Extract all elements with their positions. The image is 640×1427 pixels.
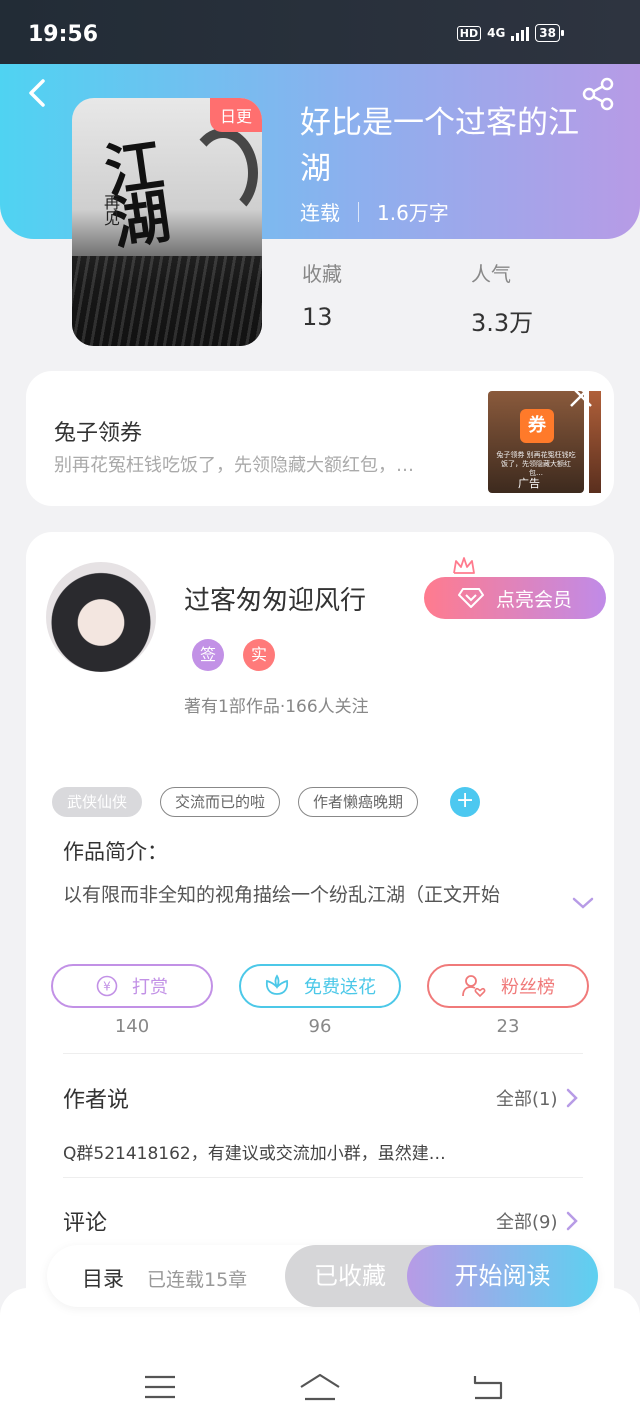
battery-icon: 38 bbox=[535, 24, 564, 42]
ad-description: 别再花冤枉钱吃饭了，先领隐藏大额红包，… bbox=[54, 455, 414, 476]
system-nav-bar bbox=[0, 1288, 640, 1427]
status-icons: HD 4G 38 bbox=[456, 24, 564, 42]
fan-ranking-button[interactable]: 粉丝榜 bbox=[427, 964, 589, 1008]
comments-title: 评论 bbox=[63, 1211, 108, 1236]
back-icon[interactable] bbox=[471, 1372, 505, 1402]
cover-author: 再见 bbox=[101, 194, 120, 226]
book-meta: 连载 1.6万字 bbox=[300, 197, 449, 226]
add-tag-button[interactable]: + bbox=[450, 787, 481, 817]
close-icon[interactable] bbox=[568, 383, 594, 409]
tip-button-label: 打赏 bbox=[132, 977, 168, 998]
book-word-count: 1.6万字 bbox=[377, 201, 449, 225]
hd-icon: HD bbox=[456, 25, 482, 41]
author-stats: 著有1部作品·166人关注 bbox=[184, 697, 369, 717]
tag-list: 武侠仙侠 交流而已的啦 作者懒癌晚期 + bbox=[52, 787, 481, 817]
stat-popularity: 人气 3.3万 bbox=[471, 258, 533, 338]
chapter-progress: 已连载15章 bbox=[147, 1269, 248, 1291]
comments-more-button[interactable]: 全部(9) bbox=[496, 1208, 578, 1234]
chevron-right-icon bbox=[566, 1211, 578, 1231]
intro-label: 作品简介： bbox=[63, 840, 168, 864]
author-name[interactable]: 过客匆匆迎风行 bbox=[184, 580, 366, 617]
stat-value: 13 bbox=[302, 303, 333, 331]
fan-ranking-label: 粉丝榜 bbox=[501, 977, 555, 998]
book-detail-card: 过客匆匆迎风行 点亮会员 签 实 著有1部作品·166人关注 武侠仙侠 交流而已… bbox=[26, 532, 614, 1332]
ad-label: 广告 bbox=[518, 477, 540, 490]
status-time: 19:56 bbox=[28, 22, 99, 47]
vip-button[interactable]: 点亮会员 bbox=[424, 577, 606, 619]
send-flower-label: 免费送花 bbox=[304, 977, 376, 998]
home-icon[interactable] bbox=[299, 1372, 341, 1402]
ad-card[interactable]: 兔子领券 别再花冤枉钱吃饭了，先领隐藏大额红包，… 券 兔子领券 别再花冤枉钱吃… bbox=[26, 371, 614, 506]
send-flower-button[interactable]: 免费送花 bbox=[239, 964, 401, 1008]
network-type: 4G bbox=[487, 26, 506, 40]
flower-icon bbox=[265, 974, 289, 995]
vip-button-label: 点亮会员 bbox=[495, 588, 572, 611]
back-arrow-icon[interactable] bbox=[22, 76, 56, 110]
stat-label: 收藏 bbox=[302, 262, 342, 286]
start-reading-button[interactable]: 开始阅读 bbox=[407, 1245, 598, 1307]
tag-item[interactable]: 作者懒癌晚期 bbox=[298, 787, 419, 817]
comments-more-label: 全部(9) bbox=[496, 1212, 558, 1233]
author-says-title: 作者说 bbox=[63, 1088, 130, 1113]
ad-thumb-text: 兔子领券 别再花冤枉钱吃饭了，先领隐藏大额红包… bbox=[496, 451, 576, 477]
cover-ink-stroke bbox=[188, 128, 258, 218]
ad-app-logo: 券 bbox=[520, 409, 554, 443]
signal-icon bbox=[511, 25, 530, 41]
meta-divider bbox=[358, 201, 359, 222]
chevron-down-icon[interactable] bbox=[572, 896, 594, 910]
book-title: 好比是一个过客的江湖 bbox=[300, 105, 579, 187]
battery-level: 38 bbox=[539, 26, 556, 40]
yen-coin-icon: ¥ bbox=[96, 975, 118, 997]
stat-value: 3.3万 bbox=[471, 309, 534, 337]
cover-title: 江湖 bbox=[91, 133, 173, 247]
collected-label: 已收藏 bbox=[314, 1262, 386, 1290]
tag-genre[interactable]: 武侠仙侠 bbox=[52, 787, 143, 817]
author-avatar[interactable] bbox=[46, 562, 156, 672]
tag-item[interactable]: 交流而已的啦 bbox=[160, 787, 281, 817]
diamond-icon bbox=[457, 588, 484, 608]
daily-update-badge: 日更 bbox=[209, 98, 262, 132]
stat-label: 人气 bbox=[471, 262, 511, 286]
flower-count: 96 bbox=[308, 1016, 332, 1037]
tip-count: 140 bbox=[114, 1016, 150, 1037]
author-says-more-label: 全部(1) bbox=[496, 1089, 558, 1110]
tip-button[interactable]: ¥ 打赏 bbox=[51, 964, 213, 1008]
chevron-right-icon bbox=[566, 1088, 578, 1108]
menu-icon[interactable] bbox=[143, 1372, 177, 1402]
book-status: 连载 bbox=[300, 201, 340, 225]
author-says-text[interactable]: Q群521418162，有建议或交流加小群，虽然建… bbox=[63, 1139, 483, 1164]
stat-favorites: 收藏 13 bbox=[302, 258, 342, 331]
divider bbox=[63, 1177, 583, 1178]
crown-icon bbox=[453, 557, 475, 574]
divider bbox=[63, 1053, 583, 1054]
user-heart-icon bbox=[462, 975, 486, 998]
ad-title: 兔子领券 bbox=[54, 421, 143, 446]
author-says-more-button[interactable]: 全部(1) bbox=[496, 1085, 578, 1111]
signed-badge: 签 bbox=[192, 639, 224, 671]
fan-count: 23 bbox=[496, 1016, 520, 1037]
cover-crowd-illustration bbox=[72, 256, 262, 346]
book-cover[interactable]: 江湖 再见 日更 bbox=[72, 98, 262, 346]
intro-text[interactable]: 以有限而非全知的视角描绘一个纷乱江湖（正文开始 bbox=[63, 880, 573, 907]
svg-text:¥: ¥ bbox=[103, 980, 111, 994]
status-bar: 19:56 HD 4G 38 bbox=[0, 0, 640, 64]
toc-button[interactable]: 目录 bbox=[82, 1263, 124, 1293]
bottom-action-bar: 目录 已连载15章 已收藏 开始阅读 bbox=[47, 1245, 598, 1307]
verified-badge: 实 bbox=[243, 639, 275, 671]
